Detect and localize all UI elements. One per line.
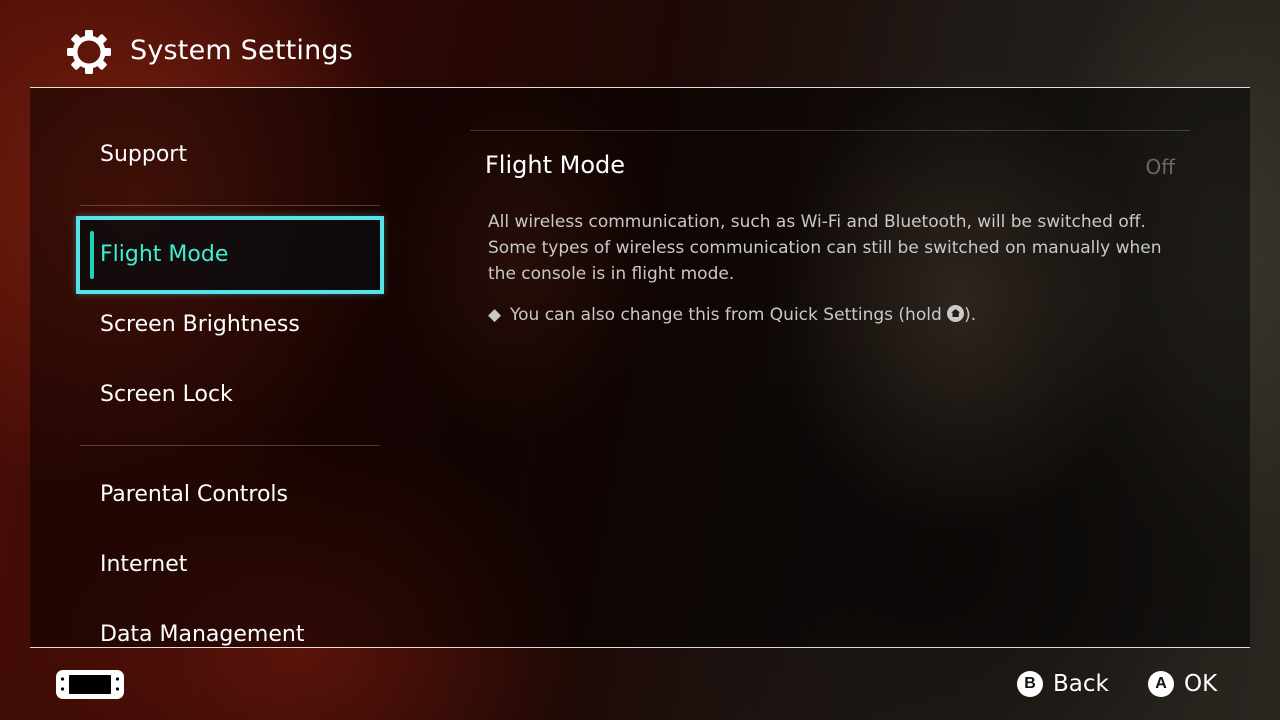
- selection-accent-bar: [90, 231, 94, 279]
- header: System Settings: [0, 0, 1280, 88]
- sidebar-item-parental-controls[interactable]: Parental Controls: [100, 477, 288, 513]
- sidebar: Support Flight Mode Screen Brightness Sc…: [30, 88, 390, 647]
- sidebar-item-flight-mode[interactable]: Flight Mode: [76, 216, 384, 294]
- sidebar-item-internet[interactable]: Internet: [100, 547, 187, 583]
- sidebar-divider: [80, 205, 380, 206]
- diamond-bullet-icon: ◆: [488, 305, 502, 325]
- sidebar-divider: [80, 445, 380, 446]
- setting-value: Off: [1145, 155, 1175, 179]
- sidebar-item-support[interactable]: Support: [100, 137, 187, 173]
- note-text: You can also change this from Quick Sett…: [510, 305, 948, 325]
- sidebar-item-data-management[interactable]: Data Management: [100, 617, 304, 647]
- content-pane: Flight Mode Off All wireless communicati…: [470, 88, 1190, 647]
- footer: B Back A OK: [0, 648, 1280, 720]
- sidebar-item-screen-brightness[interactable]: Screen Brightness: [100, 307, 300, 343]
- setting-title: Flight Mode: [485, 151, 626, 179]
- sidebar-item-screen-lock[interactable]: Screen Lock: [100, 377, 233, 413]
- setting-note: ◆ You can also change this from Quick Set…: [488, 302, 1188, 328]
- gear-icon: [67, 30, 111, 74]
- ok-button-label: OK: [1184, 671, 1218, 697]
- b-button-icon: B: [1017, 671, 1043, 697]
- note-suffix: ).: [964, 305, 977, 325]
- console-icon: [56, 670, 124, 699]
- ok-button[interactable]: A OK: [1148, 666, 1217, 702]
- sidebar-item-label: Flight Mode: [100, 242, 229, 267]
- page-title: System Settings: [130, 35, 354, 66]
- setting-description: All wireless communication, such as Wi-F…: [488, 212, 1162, 284]
- screen: System Settings Support Flight Mode Scre…: [0, 0, 1280, 720]
- home-button-icon: [947, 305, 965, 322]
- back-button-label: Back: [1053, 671, 1109, 697]
- a-button-icon: A: [1148, 671, 1174, 697]
- back-button[interactable]: B Back: [1017, 666, 1109, 702]
- flight-mode-setting-row[interactable]: Flight Mode Off: [470, 131, 1190, 205]
